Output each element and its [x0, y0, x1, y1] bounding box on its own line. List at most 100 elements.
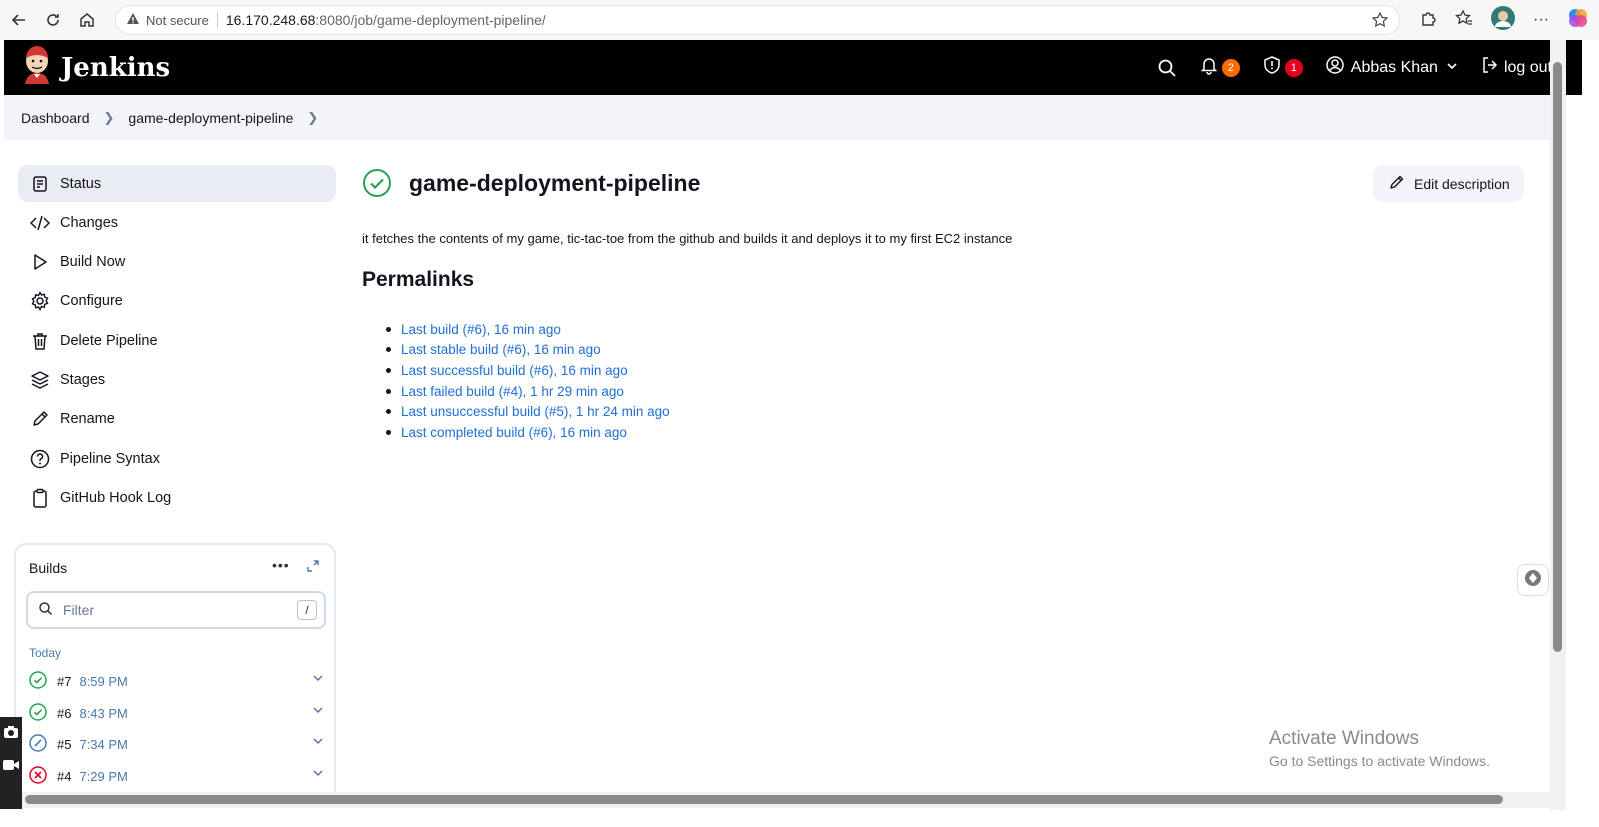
notifications-button[interactable]: 2 [1199, 55, 1240, 80]
permalink-last-completed-build[interactable]: Last completed build (#6), 16 min ago [401, 425, 627, 440]
failed-x-icon [29, 765, 47, 787]
permalink-last-stable-build[interactable]: Last stable build (#6), 16 min ago [401, 342, 601, 357]
pencil-icon [30, 409, 50, 429]
sidebar-item-label: Stages [60, 371, 106, 388]
profile-avatar[interactable] [1491, 5, 1516, 35]
pencil-icon [1389, 174, 1405, 193]
sidebar-item-delete-pipeline[interactable]: Delete Pipeline [18, 322, 336, 359]
security-label[interactable]: Not secure [146, 13, 209, 28]
chevron-down-icon[interactable] [312, 672, 324, 687]
sidebar-item-github-hook-log[interactable]: GitHub Hook Log [18, 479, 336, 516]
vertical-scrollbar[interactable] [1550, 40, 1566, 810]
edit-description-button[interactable]: Edit description [1373, 165, 1524, 202]
builds-filter-input[interactable]: Filter / [26, 591, 326, 629]
scrollbar-thumb[interactable] [1553, 62, 1562, 652]
jenkins-logo[interactable]: Jenkins [21, 46, 170, 89]
build-row[interactable]: #5 7:34 PM [29, 733, 324, 755]
build-row[interactable]: #6 8:43 PM [29, 702, 324, 724]
home-icon[interactable] [70, 3, 104, 37]
reload-icon[interactable] [36, 3, 70, 37]
build-number[interactable]: #7 [57, 674, 71, 689]
header-actions: 2 1 Abbas Khan log out [1157, 40, 1552, 95]
warning-icon [126, 12, 140, 29]
sidebar-item-label: Status [60, 175, 102, 192]
watermark-subtitle: Go to Settings to activate Windows. [1269, 753, 1490, 769]
windows-activation-watermark: Activate Windows Go to Settings to activ… [1269, 728, 1490, 769]
build-number[interactable]: #6 [57, 706, 71, 721]
chevron-down-icon[interactable] [312, 767, 324, 782]
logout-label: log out [1503, 58, 1552, 76]
back-icon[interactable] [2, 3, 36, 37]
url-path: :8080/job/game-deployment-pipeline/ [315, 12, 546, 28]
chevron-down-icon [1446, 59, 1458, 77]
logout-link[interactable]: log out [1480, 55, 1552, 80]
success-check-icon [29, 702, 47, 724]
extensions-icon[interactable] [1419, 9, 1437, 32]
sidebar-item-stages[interactable]: Stages [18, 361, 336, 398]
sidebar-toggle-button[interactable] [1517, 564, 1549, 596]
chevron-right-icon[interactable]: ❯ [307, 110, 318, 126]
scrollbar-thumb[interactable] [25, 795, 1503, 804]
build-time[interactable]: 7:34 PM [79, 737, 127, 752]
address-bar[interactable]: Not secure 16.170.248.68:8080/job/game-d… [115, 5, 1400, 35]
sidebar-item-status[interactable]: Status [18, 165, 336, 202]
chevron-right-icon: ❯ [103, 109, 115, 125]
user-name: Abbas Khan [1350, 58, 1438, 76]
more-options-icon[interactable]: ••• [272, 557, 290, 573]
sidebar-item-configure[interactable]: Configure [18, 283, 336, 320]
security-button[interactable]: 1 [1262, 55, 1303, 80]
notifications-badge: 2 [1221, 58, 1240, 77]
sidebar-item-build-now[interactable]: Build Now [18, 244, 336, 281]
sidebar-item-label: Delete Pipeline [60, 332, 158, 349]
trash-icon [30, 331, 50, 351]
success-check-icon [29, 670, 47, 692]
video-icon[interactable] [3, 758, 19, 776]
sidebar-item-rename[interactable]: Rename [18, 401, 336, 438]
favorites-icon[interactable] [1455, 9, 1473, 32]
permalink-last-build[interactable]: Last build (#6), 16 min ago [401, 322, 561, 337]
chevron-down-icon[interactable] [312, 704, 324, 719]
build-time[interactable]: 8:43 PM [79, 706, 127, 721]
breadcrumb: Dashboard ❯ game-deployment-pipeline ❯ [4, 95, 1552, 140]
sidebar-item-changes[interactable]: Changes [18, 204, 336, 241]
star-icon[interactable] [1371, 11, 1389, 32]
chevron-down-icon[interactable] [312, 735, 324, 750]
user-icon [1325, 55, 1345, 80]
user-menu[interactable]: Abbas Khan [1325, 55, 1458, 80]
build-row[interactable]: #4 7:29 PM [29, 765, 324, 787]
search-icon[interactable] [1157, 58, 1177, 78]
sidebar-item-pipeline-syntax[interactable]: Pipeline Syntax [18, 440, 336, 477]
browser-tools: ··· [1419, 0, 1599, 40]
capture-toolbar [0, 717, 22, 809]
list-item: Last failed build (#4), 1 hr 29 min ago [386, 381, 670, 402]
permalink-last-failed-build[interactable]: Last failed build (#4), 1 hr 29 min ago [401, 384, 624, 399]
play-icon [30, 252, 50, 272]
build-number[interactable]: #4 [57, 769, 71, 784]
more-icon[interactable]: ··· [1533, 11, 1549, 29]
list-item: Last unsuccessful build (#5), 1 hr 24 mi… [386, 401, 670, 422]
clipboard-icon [30, 488, 50, 508]
build-time[interactable]: 8:59 PM [79, 674, 127, 689]
sidebar-item-label: Build Now [60, 254, 126, 271]
shield-icon [1262, 55, 1282, 80]
success-check-icon [362, 168, 392, 203]
copilot-icon[interactable] [1567, 7, 1589, 34]
permalinks-list: Last build (#6), 16 min ago Last stable … [386, 319, 670, 443]
build-row[interactable]: #7 8:59 PM [29, 670, 324, 692]
watermark-title: Activate Windows [1269, 728, 1419, 749]
build-time[interactable]: 7:29 PM [79, 769, 127, 784]
logout-icon [1480, 55, 1500, 80]
breadcrumb-job[interactable]: game-deployment-pipeline [128, 110, 293, 126]
help-icon [30, 449, 50, 469]
horizontal-scrollbar[interactable] [0, 792, 1550, 808]
permalink-last-unsuccessful-build[interactable]: Last unsuccessful build (#5), 1 hr 24 mi… [401, 404, 670, 419]
breadcrumb-dashboard[interactable]: Dashboard [21, 110, 90, 126]
layers-icon [30, 370, 50, 390]
build-number[interactable]: #5 [57, 737, 71, 752]
brand-name[interactable]: Jenkins [61, 53, 170, 83]
list-item: Last completed build (#6), 16 min ago [386, 422, 670, 443]
camera-icon[interactable] [3, 725, 19, 744]
expand-icon[interactable] [306, 559, 320, 578]
permalink-last-successful-build[interactable]: Last successful build (#6), 16 min ago [401, 363, 628, 378]
permalinks-heading: Permalinks [362, 268, 475, 291]
